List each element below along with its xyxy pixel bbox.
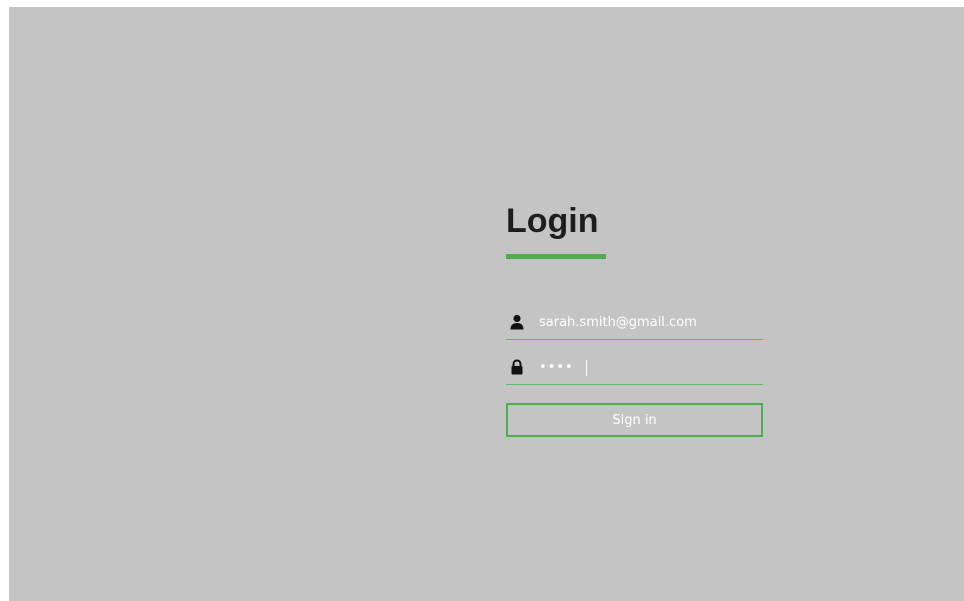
email-input[interactable] (539, 312, 763, 332)
title-underline (506, 254, 606, 259)
sign-in-button[interactable]: Sign in (506, 403, 763, 437)
login-screen: Login •••• Sign in (9, 7, 964, 601)
email-field[interactable] (506, 305, 763, 340)
login-title: Login (506, 202, 599, 240)
text-cursor (586, 360, 587, 376)
user-icon (509, 314, 525, 330)
password-field[interactable]: •••• (506, 350, 763, 385)
password-input[interactable]: •••• (539, 360, 763, 375)
login-panel: Login •••• Sign in (506, 197, 763, 437)
lock-icon (509, 359, 525, 375)
